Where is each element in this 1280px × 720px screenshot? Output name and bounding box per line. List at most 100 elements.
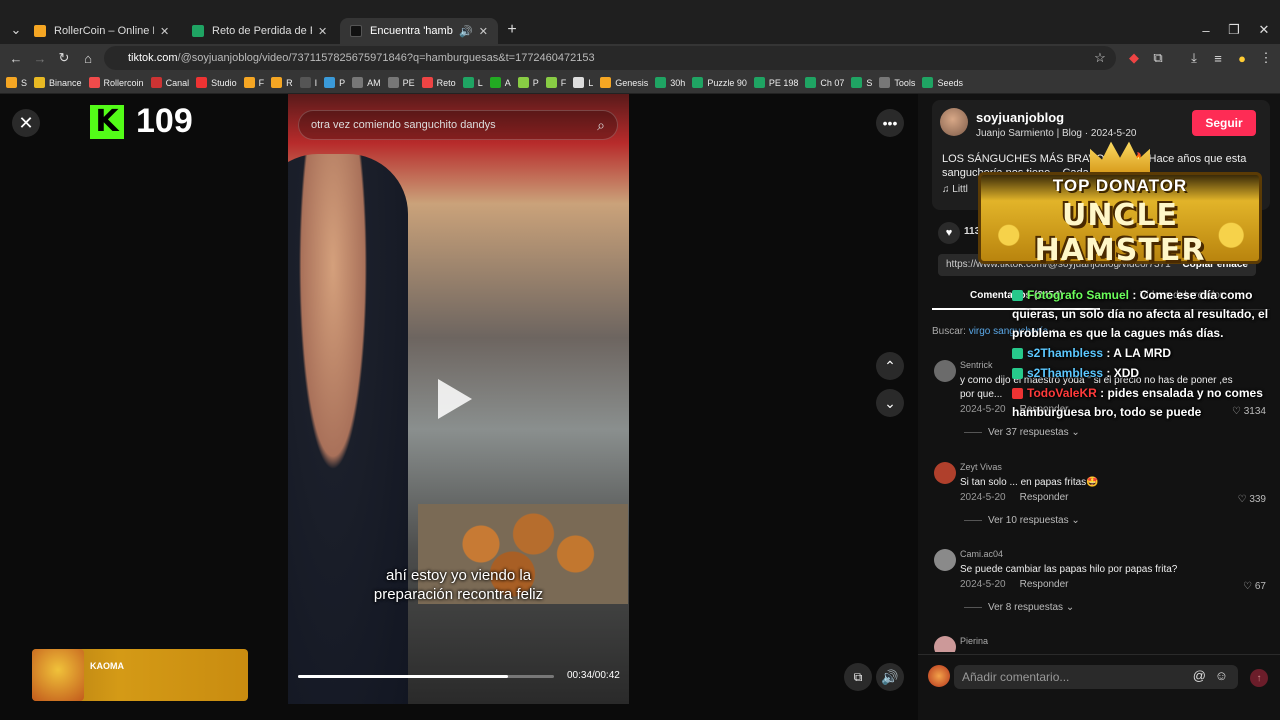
bookmark-label: Seeds	[937, 77, 963, 88]
close-window-icon[interactable]: ✕	[1254, 20, 1274, 40]
close-tab-icon[interactable]: ✕	[479, 25, 488, 38]
comment-author[interactable]: Cami.ac04	[960, 549, 1003, 559]
bookmark-favicon-icon	[34, 77, 46, 88]
search-icon[interactable]: ⌕	[597, 117, 605, 134]
forward-arrow-icon[interactable]: →	[30, 48, 50, 68]
reload-icon[interactable]: ↻	[54, 48, 74, 68]
browser-tab-reto[interactable]: Reto de Perdida de Peso - El M ✕	[182, 18, 340, 44]
floating-player-icon[interactable]: ⧉	[844, 663, 872, 691]
bookmark-item[interactable]: F	[545, 77, 566, 88]
video-progress-fill	[298, 675, 508, 678]
browser-tab-tiktok[interactable]: Encuentra 'hamburguesas' 🔊 ✕	[340, 18, 498, 44]
play-icon[interactable]	[438, 379, 472, 419]
bookmark-item[interactable]: P	[517, 77, 539, 88]
comment-avatar[interactable]	[934, 462, 956, 484]
bookmark-item[interactable]: Studio	[196, 77, 237, 88]
bookmark-item[interactable]: PE 198	[753, 77, 798, 88]
bookmark-item[interactable]: P	[324, 77, 345, 88]
minimize-icon[interactable]: –	[1196, 20, 1216, 40]
top-donator-banner: TOP DONATOR UNCLE HAMSTER	[978, 138, 1262, 268]
emoji-icon[interactable]: ☺	[1215, 668, 1228, 683]
back-arrow-icon[interactable]: ←	[6, 48, 26, 68]
video-player[interactable]: otra vez comiendo sanguchito dandys ⌕ ah…	[288, 94, 629, 704]
extensions-puzzle-icon[interactable]: ⧉	[1148, 48, 1168, 68]
comment-avatar[interactable]	[934, 360, 956, 382]
bookmark-item[interactable]: 30h	[655, 77, 685, 88]
comment-author[interactable]: Pierina	[960, 636, 988, 646]
bookmark-item[interactable]: I	[299, 77, 317, 88]
send-arrow-icon[interactable]: ↑	[1250, 669, 1268, 687]
bookmark-item[interactable]: Ch 07	[805, 77, 844, 88]
bookmark-item[interactable]: S	[851, 77, 872, 88]
chat-message: TodoValeKR : pides ensalada y no comes h…	[1012, 384, 1272, 422]
volume-icon[interactable]: 🔊	[876, 663, 904, 691]
reply-button[interactable]: Responder	[1020, 492, 1069, 503]
comment-like[interactable]: ♡ 339	[1238, 494, 1266, 505]
bookmark-item[interactable]: PE	[387, 77, 415, 88]
bookmark-item[interactable]: L	[573, 77, 593, 88]
bookmark-item[interactable]: Seeds	[922, 77, 963, 88]
bookmark-favicon-icon	[753, 77, 765, 88]
view-replies-button[interactable]: Ver 10 respuestas ⌄	[964, 515, 1080, 526]
follow-button[interactable]: Seguir	[1192, 110, 1256, 136]
bookmark-item[interactable]: A	[489, 77, 511, 88]
bookmark-item[interactable]: Binance	[34, 77, 82, 88]
comment-item: Zeyt Vivas Si tan solo ... en papas frit…	[932, 462, 1270, 532]
view-replies-button[interactable]: Ver 37 respuestas ⌄	[964, 427, 1080, 438]
previous-video-button[interactable]: ⌃	[876, 352, 904, 380]
url-field[interactable]: tiktok.com/@soyjuanjoblog/video/73711578…	[104, 46, 1116, 70]
bookmark-star-icon[interactable]: ☆	[1090, 48, 1110, 68]
profile-icon[interactable]: ●	[1232, 48, 1252, 68]
music-link[interactable]: ♫ Littl	[942, 184, 968, 195]
chat-badge-icon	[1012, 348, 1023, 360]
video-search-field[interactable]: otra vez comiendo sanguchito dandys ⌕	[298, 110, 618, 140]
bookmark-item[interactable]: AM	[352, 77, 381, 88]
menu-dots-icon[interactable]: ⋮	[1256, 48, 1276, 68]
video-progress-bar[interactable]	[298, 675, 554, 678]
bookmark-item[interactable]: Genesis	[600, 77, 648, 88]
comment-author[interactable]: Sentrick	[960, 360, 993, 370]
bookmark-favicon-icon	[271, 77, 283, 88]
browser-tab-rollercoin[interactable]: RollerCoin – Online Bitcoin Mi ✕	[24, 18, 182, 44]
bookmark-item[interactable]: Puzzle 90	[692, 77, 747, 88]
address-bar-row: ← → ↻ ⌂ tiktok.com/@soyjuanjoblog/video/…	[0, 44, 1280, 72]
extension-icon[interactable]: ◆	[1124, 48, 1144, 68]
comment-author[interactable]: Zeyt Vivas	[960, 462, 1002, 472]
bookmark-label: P	[339, 77, 346, 88]
author-handle[interactable]: soyjuanjoblog	[976, 110, 1064, 125]
bookmark-favicon-icon	[879, 77, 891, 88]
more-options-button[interactable]: •••	[876, 109, 904, 137]
comment-avatar[interactable]	[934, 549, 956, 571]
like-heart-icon[interactable]: ♥	[938, 222, 960, 244]
my-avatar[interactable]	[928, 665, 950, 687]
comment-item: Cami.ac04 Se puede cambiar las papas hil…	[932, 549, 1270, 619]
bookmark-item[interactable]: Tools	[879, 77, 915, 88]
media-icon[interactable]: ≡	[1208, 48, 1228, 68]
reply-button[interactable]: Responder	[1020, 579, 1069, 590]
tab-search-icon[interactable]: ⌄	[6, 20, 26, 40]
close-tab-icon[interactable]: ✕	[160, 25, 169, 38]
new-tab-plus-icon[interactable]: +	[502, 20, 522, 40]
mention-at-icon[interactable]: @	[1193, 668, 1206, 683]
comment-avatar[interactable]	[934, 636, 956, 652]
close-tab-icon[interactable]: ✕	[318, 25, 327, 38]
bookmark-item[interactable]: F	[243, 77, 264, 88]
bookmark-item[interactable]: Rollercoin	[88, 77, 144, 88]
bookmark-item[interactable]: Reto	[421, 77, 456, 88]
comment-date: 2024-5-20	[960, 404, 1006, 415]
close-viewer-button[interactable]: ✕	[12, 109, 40, 137]
author-avatar[interactable]	[940, 108, 968, 136]
heart-outline-icon: ♡	[1237, 494, 1250, 505]
view-replies-button[interactable]: Ver 8 respuestas ⌄	[964, 602, 1074, 613]
comment-like[interactable]: ♡ 67	[1243, 581, 1266, 592]
bookmark-item[interactable]: R	[271, 77, 293, 88]
bookmark-item[interactable]: S	[6, 77, 27, 88]
add-comment-input[interactable]: Añadir comentario... @ ☺	[954, 665, 1238, 689]
download-icon[interactable]: ⤓	[1184, 48, 1204, 68]
restore-icon[interactable]: ❐	[1224, 20, 1244, 40]
home-icon[interactable]: ⌂	[78, 48, 98, 68]
bookmark-item[interactable]: L	[462, 77, 483, 88]
next-video-button[interactable]: ⌄	[876, 389, 904, 417]
tab-title: Reto de Perdida de Peso - El M	[212, 25, 312, 37]
bookmark-item[interactable]: Canal	[150, 77, 189, 88]
